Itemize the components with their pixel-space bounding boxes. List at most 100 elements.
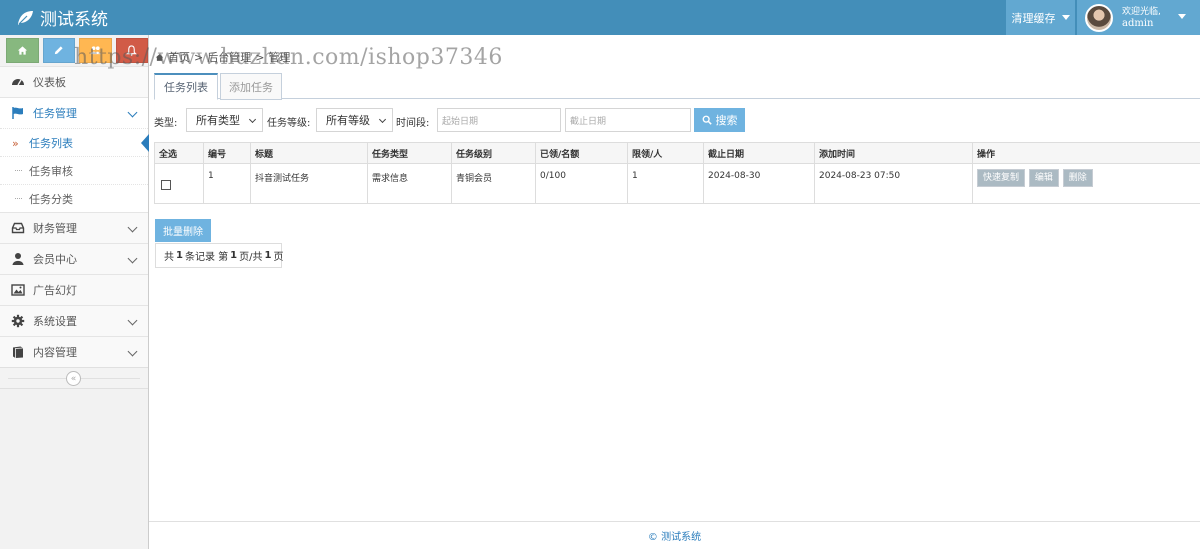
sidebar-subitem-task-review[interactable]: 任务审核 (0, 156, 148, 184)
sidebar-subitem-label: 任务审核 (29, 164, 73, 178)
breadcrumb: 首页 > 后台管理 > 管理 (155, 49, 290, 65)
task-table: 全选 编号 标题 任务类型 任务级别 已领/名额 限领/人 截止日期 添加时间 … (154, 142, 1200, 204)
sidebar-item-task-management[interactable]: 任务管理 (0, 97, 148, 128)
user-info: 欢迎光临, admin (1122, 6, 1161, 30)
column-header: 已领/名额 (535, 142, 628, 164)
sidebar-item-label: 内容管理 (33, 346, 77, 359)
column-header: 标题 (250, 142, 368, 164)
cell-limit: 1 (627, 163, 704, 204)
start-date-input[interactable]: 起始日期 (437, 108, 561, 132)
quick-copy-button[interactable]: 快速复制 (977, 169, 1026, 187)
level-select[interactable]: 所有等级 (316, 108, 393, 132)
search-icon (702, 115, 712, 125)
type-select-value: 所有类型 (196, 114, 240, 127)
footer-copyright: © 测试系统 (647, 532, 702, 543)
double-angle-right-icon: » (12, 137, 19, 150)
bell-shortcut-button[interactable] (115, 38, 148, 63)
dashboard-icon (10, 75, 25, 90)
tab-task-list[interactable]: 任务列表 (154, 73, 218, 100)
search-button[interactable]: 搜索 (694, 108, 745, 132)
delete-button[interactable]: 删除 (1062, 169, 1093, 187)
end-date-input[interactable]: 截止日期 (565, 108, 691, 132)
breadcrumb-current: 管理 (268, 51, 291, 64)
inbox-icon (10, 221, 25, 236)
pencil-icon (55, 46, 63, 55)
pagination-info: 共 1 条记录 第 1 页/共 1 页 (155, 243, 283, 268)
breadcrumb-separator: > (194, 50, 204, 64)
gear-icon (10, 314, 25, 329)
sidebar-item-label: 会员中心 (33, 253, 77, 266)
sidebar-item-system-settings[interactable]: 系统设置 (0, 305, 148, 336)
column-header: 截止日期 (703, 142, 815, 164)
level-label: 任务等级: (267, 118, 311, 129)
double-angle-left-icon: « (70, 373, 77, 384)
sidebar-item-label: 任务管理 (33, 107, 77, 120)
pencil-shortcut-button[interactable] (42, 38, 75, 63)
sidebar-subitem-label: 任务列表 (29, 136, 73, 150)
book-icon (10, 345, 25, 360)
pager-text: 共 (164, 252, 174, 263)
pager-text: 页/共 (239, 252, 263, 263)
pager-total-pages: 1 (264, 250, 272, 261)
sidebar: 仪表板 任务管理 » 任务列表 任务审核 任务分类 财务管理 会员中心 广告幻灯 (0, 35, 149, 549)
edit-button[interactable]: 编辑 (1028, 169, 1059, 187)
users-shortcut-button[interactable] (79, 38, 112, 63)
sidebar-subitem-task-category[interactable]: 任务分类 (0, 184, 148, 212)
chevron-down-icon (127, 222, 138, 233)
cell-id: 1 (203, 163, 251, 204)
period-label: 时间段: (396, 118, 430, 129)
breadcrumb-home[interactable]: 首页 (168, 49, 190, 65)
type-select[interactable]: 所有类型 (186, 108, 263, 132)
cell-level: 青铜会员 (451, 163, 536, 204)
cell-deadline: 2024-08-30 (703, 163, 815, 204)
sidebar-item-member-center[interactable]: 会员中心 (0, 243, 148, 274)
user-menu[interactable]: 欢迎光临, admin (1077, 0, 1200, 35)
chevron-down-icon (127, 107, 138, 118)
shortcut-bar (0, 35, 148, 66)
search-button-label: 搜索 (715, 114, 738, 127)
footer: © 测试系统 (149, 521, 1200, 549)
row-checkbox[interactable] (161, 180, 171, 190)
sidebar-item-content-management[interactable]: 内容管理 (0, 336, 148, 367)
sidebar-item-label: 仪表板 (33, 76, 66, 89)
clear-cache-button[interactable]: 清理缓存 (1006, 0, 1075, 35)
cell-title: 抖音测试任务 (250, 163, 368, 204)
sidebar-item-label: 财务管理 (33, 222, 77, 235)
task-submenu: » 任务列表 任务审核 任务分类 (0, 128, 149, 212)
breadcrumb-section[interactable]: 后台管理 (207, 49, 251, 65)
sidebar-subitem-label: 任务分类 (29, 192, 73, 206)
tree-dash (15, 170, 22, 171)
pager-text: 条记录 第 (184, 252, 229, 263)
sidebar-subitem-task-list[interactable]: » 任务列表 (0, 128, 149, 156)
sidebar-item-label: 广告幻灯 (33, 284, 77, 297)
chevron-down-icon (1061, 15, 1070, 20)
sidebar-collapse-button[interactable]: « (66, 371, 81, 386)
home-icon (17, 46, 27, 55)
tree-dash (15, 198, 22, 199)
tab-add-task[interactable]: 添加任务 (220, 73, 282, 100)
column-header: 添加时间 (814, 142, 973, 164)
column-header: 操作 (972, 142, 1200, 164)
clear-cache-label: 清理缓存 (1011, 11, 1056, 25)
column-header: 任务类型 (367, 142, 452, 164)
users-icon (90, 46, 101, 55)
active-pointer (141, 134, 149, 152)
sidebar-item-ad-slides[interactable]: 广告幻灯 (0, 274, 148, 305)
level-select-value: 所有等级 (326, 114, 370, 127)
avatar (1085, 3, 1113, 32)
column-header: 限领/人 (627, 142, 704, 164)
batch-delete-button[interactable]: 批量删除 (155, 219, 211, 242)
column-header: 任务级别 (451, 142, 536, 164)
sidebar-item-finance[interactable]: 财务管理 (0, 212, 148, 243)
table-row: 1 抖音测试任务 需求信息 青铜会员 0/100 1 2024-08-30 20… (154, 163, 1200, 204)
sidebar-item-dashboard[interactable]: 仪表板 (0, 66, 148, 97)
cell-claimed: 0/100 (535, 163, 628, 204)
home-shortcut-button[interactable] (6, 38, 39, 63)
leaf-icon (18, 10, 33, 25)
top-navbar: 测试系统 清理缓存 欢迎光临, admin (0, 0, 1200, 35)
row-checkbox-cell (154, 163, 204, 204)
type-label: 类型: (154, 118, 178, 129)
chevron-down-icon (248, 115, 257, 124)
select-all-header[interactable]: 全选 (154, 142, 204, 164)
app-brand[interactable]: 测试系统 (16, 0, 108, 35)
